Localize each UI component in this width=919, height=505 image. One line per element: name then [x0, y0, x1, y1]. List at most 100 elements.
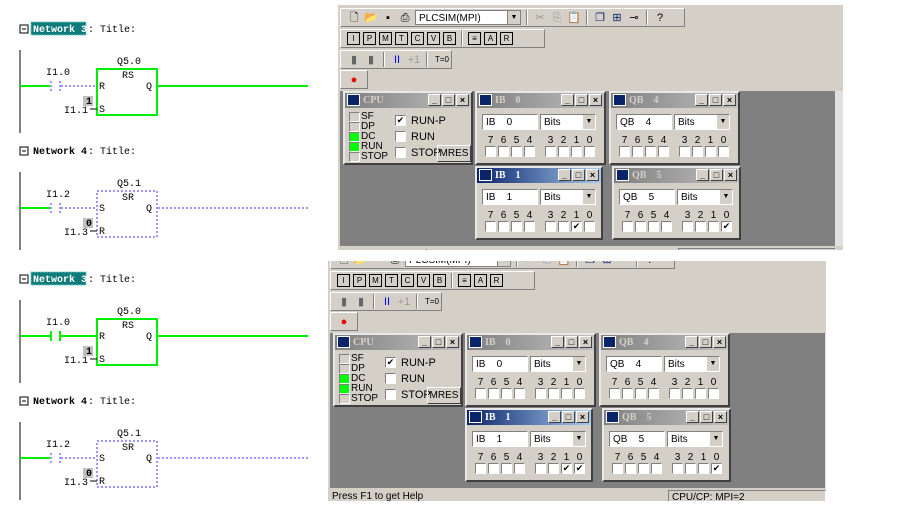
close-icon[interactable]: × — [589, 94, 602, 106]
minimize-icon[interactable]: _ — [428, 94, 441, 106]
collapse-icon[interactable] — [19, 146, 29, 156]
paste-icon[interactable]: 📋 — [557, 261, 571, 267]
print-icon[interactable]: ⎙ — [388, 261, 402, 267]
collapse-icon[interactable] — [19, 274, 29, 284]
bit-4-checkbox[interactable] — [524, 146, 535, 157]
insert-variable-icon[interactable]: V — [417, 274, 430, 287]
bit-7-checkbox[interactable] — [485, 221, 496, 232]
cascade-icon[interactable]: ❐ — [593, 11, 607, 25]
chevron-down-icon[interactable]: ▼ — [573, 432, 585, 446]
maximize-icon[interactable]: □ — [710, 169, 723, 181]
bit-0-checkbox[interactable] — [574, 388, 585, 399]
maximize-icon[interactable]: □ — [699, 336, 712, 348]
help-icon[interactable]: ? — [653, 11, 667, 25]
bit-3-checkbox[interactable] — [535, 388, 546, 399]
insert-stack-icon[interactable]: ≡ — [468, 32, 481, 45]
bit-3-checkbox[interactable] — [669, 388, 680, 399]
contact-I1.2[interactable] — [50, 453, 97, 463]
mode-run-p-checkbox[interactable]: ✔ — [385, 357, 396, 368]
bit-0-checkbox[interactable] — [584, 146, 595, 157]
chevron-down-icon[interactable]: ▼ — [720, 190, 732, 204]
bit-5-checkbox[interactable] — [511, 146, 522, 157]
close-icon[interactable]: × — [579, 336, 592, 348]
window-titlebar[interactable]: IB 0 _ □ × — [467, 335, 594, 350]
close-icon[interactable]: × — [446, 336, 459, 348]
format-select[interactable]: Bits ▼ — [677, 189, 733, 205]
network-label[interactable]: Network 3 — [33, 274, 87, 286]
network-title[interactable]: : Title: — [88, 396, 136, 408]
bit-0-checkbox[interactable]: ✔ — [711, 463, 722, 474]
maximize-icon[interactable]: □ — [572, 169, 585, 181]
bit-5-checkbox[interactable] — [645, 146, 656, 157]
address-field[interactable]: IB 0 — [472, 356, 528, 372]
bit-1-checkbox[interactable] — [698, 463, 709, 474]
close-icon[interactable]: × — [576, 411, 589, 423]
contact-I1.2[interactable] — [50, 203, 97, 213]
chevron-down-icon[interactable]: ▼ — [497, 261, 510, 266]
bit-6-checkbox[interactable] — [625, 463, 636, 474]
insert-input-icon[interactable]: I — [347, 32, 360, 45]
bit-0-checkbox[interactable] — [718, 146, 729, 157]
bit-7-checkbox[interactable] — [619, 146, 630, 157]
pin-icon[interactable]: ⊸ — [627, 11, 641, 25]
collapse-icon[interactable] — [19, 396, 29, 406]
window-titlebar[interactable]: QB 4 _ □ × — [601, 335, 728, 350]
minimize-icon[interactable]: _ — [418, 336, 431, 348]
bit-0-checkbox[interactable] — [584, 221, 595, 232]
address-field[interactable]: QB 5 — [619, 189, 675, 205]
close-icon[interactable]: × — [586, 169, 599, 181]
save-icon[interactable]: ▪ — [381, 11, 395, 25]
chevron-down-icon[interactable]: ▼ — [507, 11, 520, 24]
mode-stop-checkbox[interactable] — [395, 147, 406, 158]
pause-icon[interactable]: II — [380, 295, 394, 309]
close-icon[interactable]: × — [714, 411, 727, 423]
bit-2-checkbox[interactable] — [682, 388, 693, 399]
bit-1-checkbox[interactable] — [708, 221, 719, 232]
minimize-icon[interactable]: _ — [561, 94, 574, 106]
insert-accumulators-icon[interactable]: A — [474, 274, 487, 287]
collapse-icon[interactable] — [19, 24, 29, 34]
maximize-icon[interactable]: □ — [432, 336, 445, 348]
bit-6-checkbox[interactable] — [635, 221, 646, 232]
format-select[interactable]: Bits ▼ — [530, 356, 586, 372]
open-icon[interactable]: 📂 — [364, 11, 378, 25]
open-icon[interactable]: 📂 — [354, 261, 368, 267]
chevron-down-icon[interactable]: ▼ — [573, 357, 585, 371]
minimize-icon[interactable]: _ — [696, 169, 709, 181]
bit-6-checkbox[interactable] — [488, 388, 499, 399]
bit-5-checkbox[interactable] — [501, 388, 512, 399]
window-titlebar[interactable]: QB 4 _ □ × — [611, 93, 738, 108]
bit-5-checkbox[interactable] — [648, 221, 659, 232]
insert-vertical-bits-icon[interactable]: B — [433, 274, 446, 287]
bit-7-checkbox[interactable] — [475, 388, 486, 399]
bit-7-checkbox[interactable] — [612, 463, 623, 474]
network-title[interactable]: : Title: — [88, 274, 136, 286]
bit-4-checkbox[interactable] — [661, 221, 672, 232]
print-icon[interactable]: ⎙ — [398, 11, 412, 25]
single-scan-icon[interactable]: ▮ — [337, 295, 351, 309]
bit-2-checkbox[interactable] — [548, 388, 559, 399]
window-titlebar[interactable]: QB 5 _ □ × — [614, 168, 739, 183]
insert-stack-icon[interactable]: ≡ — [458, 274, 471, 287]
maximize-icon[interactable]: □ — [562, 411, 575, 423]
chevron-down-icon[interactable]: ▼ — [707, 357, 719, 371]
insert-timer-icon[interactable]: T — [385, 274, 398, 287]
timer-reset-icon[interactable]: T=0 — [433, 53, 451, 67]
connection-combo[interactable]: PLCSIM(MPI) ▼ — [405, 261, 511, 267]
mode-run-checkbox[interactable] — [385, 373, 396, 384]
insert-peripheral-input-icon[interactable]: P — [353, 274, 366, 287]
bit-6-checkbox[interactable] — [498, 221, 509, 232]
address-field[interactable]: IB 1 — [482, 189, 538, 205]
insert-bit-memory-icon[interactable]: M — [369, 274, 382, 287]
bit-4-checkbox[interactable] — [524, 221, 535, 232]
chevron-down-icon[interactable]: ▼ — [717, 115, 729, 129]
bit-2-checkbox[interactable] — [685, 463, 696, 474]
record-playback-icon[interactable]: ● — [347, 73, 361, 87]
network-label[interactable]: Network 4 — [33, 396, 87, 408]
insert-block-registers-icon[interactable]: R — [500, 32, 513, 45]
maximize-icon[interactable]: □ — [700, 411, 713, 423]
insert-timer-icon[interactable]: T — [395, 32, 408, 45]
close-icon[interactable]: × — [723, 94, 736, 106]
bit-4-checkbox[interactable] — [648, 388, 659, 399]
bit-7-checkbox[interactable] — [475, 463, 486, 474]
